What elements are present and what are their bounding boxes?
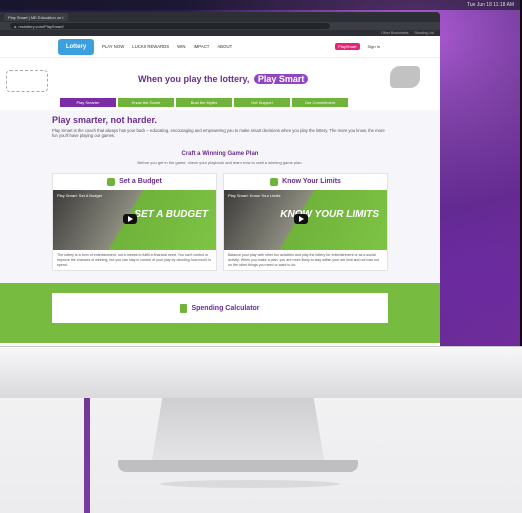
plan-title: Craft a Winning Game Plan [181,150,259,157]
intro-text: Play Smart is the coach that always has … [52,128,385,139]
screen: Tue Jun 18 11:18 AM Play Smart | ME Educ… [0,0,520,346]
card-title: Know Your Limits [282,178,341,186]
plan-subtitle: Before you get in the game, check your p… [137,159,303,165]
play-icon[interactable] [294,213,308,224]
url-text: a. mslottery.com/PlaySmart/ [14,23,64,29]
monitor-chin [0,346,522,398]
tab-play-smarter[interactable]: Play Smarter [60,98,116,107]
monitor-stand [152,398,324,460]
calculator-band: Spending Calculator [0,283,440,344]
video-title: Play Smart: Know Your Limits [228,192,281,198]
card-title: Set a Budget [119,178,162,186]
card-text: Balance your play with other fun activit… [228,252,380,267]
tab-bar: Play Smart | ME Education on t [0,12,440,22]
playsmart-pill[interactable]: PlaySmart [335,43,360,50]
tab-title: Play Smart | ME Education on t [8,14,64,20]
card-header: Set a Budget [53,174,216,190]
hero-title: When you play the lottery, Play Smart [138,74,309,84]
video-player[interactable]: Play Smart: Know Your Limits KNOW YOUR L… [224,189,387,250]
play-icon[interactable] [123,213,137,224]
calculator-title: Spending Calculator [191,304,260,312]
nav-about[interactable]: ABOUT [217,44,232,49]
hero-badge: Play Smart [253,74,309,84]
bookmark-other[interactable]: Other Bookmarks [381,31,408,35]
nav-win[interactable]: WIN [177,44,185,49]
whistle-icon [390,66,420,88]
calculator-card: Spending Calculator [52,293,388,324]
subnav: Play Smarter Know the Game Bust the Myth… [0,98,440,107]
bookmark-reading-list[interactable]: Reading List [415,31,434,35]
nav-luckii-rewards[interactable]: LUCKII REWARDS [132,44,169,49]
browser-tab[interactable]: Play Smart | ME Education on t [4,13,68,21]
tab-our-commitment[interactable]: Our Commitment [292,98,348,107]
tab-get-support[interactable]: Get Support [234,98,290,107]
video-player[interactable]: Play Smart: Set A Budget SET A BUDGET [53,189,216,250]
monitor: Tue Jun 18 11:18 AM Play Smart | ME Educ… [0,0,522,360]
playbook-illustration [6,70,48,92]
card-text: The lottery is a form of entertainment, … [57,252,212,267]
nav-play-now[interactable]: PLAY NOW [102,44,124,49]
video-overlay-text: SET A BUDGET [134,208,208,220]
address-bar-row: a. mslottery.com/PlaySmart/ [0,22,440,30]
card-know-limits: Know Your Limits Play Smart: Know Your L… [223,172,388,272]
page-title: Play smarter, not harder. [52,115,158,125]
sign-in-link[interactable]: Sign In [368,44,380,49]
address-bar[interactable]: a. mslottery.com/PlaySmart/ [10,23,330,29]
browser-window: Play Smart | ME Education on t a. mslott… [0,12,440,346]
calculator-icon [180,303,188,313]
os-menubar: Tue Jun 18 11:18 AM [0,0,520,10]
nav-impact[interactable]: IMPACT [194,44,210,49]
video-title: Play Smart: Set A Budget [57,192,102,198]
tab-bust-the-myths[interactable]: Bust the Myths [176,98,232,107]
monitor-base [118,460,358,472]
card-header: Know Your Limits [224,174,387,190]
photo-scene: Tue Jun 18 11:18 AM Play Smart | ME Educ… [0,0,522,513]
book-icon [270,177,279,186]
lottery-logo[interactable]: Lottery [58,38,94,55]
money-icon [107,177,116,186]
menubar-clock: Tue Jun 18 11:18 AM [467,2,514,8]
main-content: Play smarter, not harder. Play Smart is … [0,107,440,344]
tab-know-the-game[interactable]: Know the Game [118,98,174,107]
card-set-budget: Set a Budget Play Smart: Set A Budget SE… [52,172,217,272]
site-header: Lottery PLAY NOW LUCKII REWARDS WIN IMPA… [0,36,440,58]
plan-cards: Set a Budget Play Smart: Set A Budget SE… [52,172,388,272]
stand-shadow [160,480,340,488]
